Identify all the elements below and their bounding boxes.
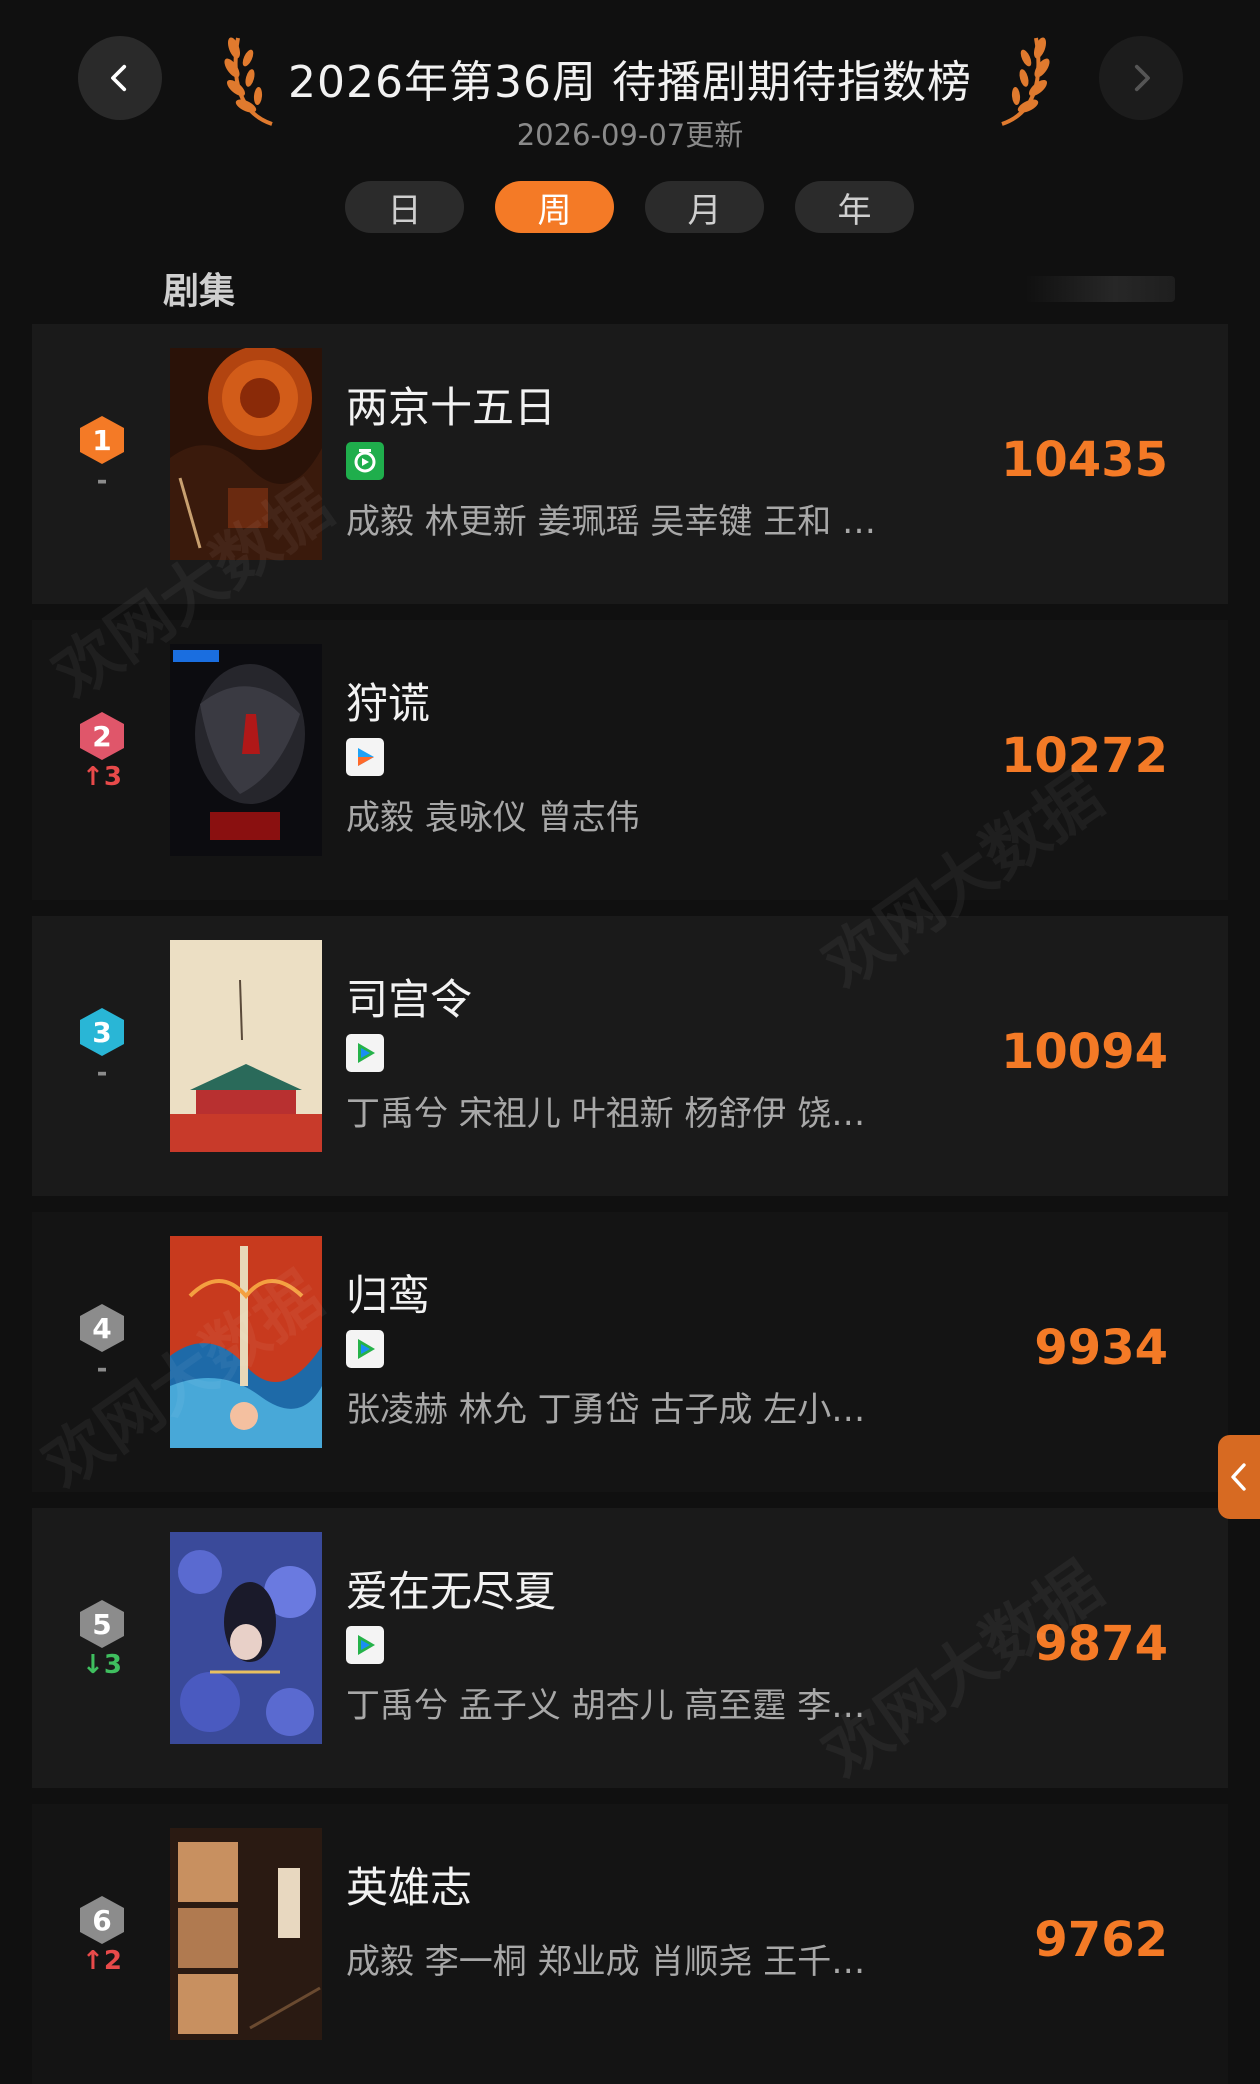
drama-title[interactable]: 两京十五日 [346,374,556,435]
rank-change: ↑2 [82,1946,122,1976]
tab-year[interactable]: 年 [795,181,914,233]
rank-badge: 5 [80,1600,124,1648]
list-item[interactable]: 6 ↑2 英雄志 成毅 李一桐 郑业成 肖顺尧 王千… 9762 [32,1804,1228,2084]
laurel-icon [1001,37,1050,126]
chevron-left-icon [111,64,127,92]
tab-month[interactable]: 月 [645,181,764,233]
expectation-score: 9762 [1034,1912,1168,1968]
list-item[interactable]: 1 - 两京十五日 成毅 林更新 姜珮瑶 吴幸键 王和 … 10435 [32,324,1228,604]
section-label: 剧集 [163,271,236,312]
drama-title[interactable]: 英雄志 [346,1854,472,1915]
tab-week[interactable]: 周 [495,181,614,233]
tencent-video-icon [346,1330,384,1368]
list-item[interactable]: 3 - 司宫令 丁禹兮 宋祖儿 叶祖新 杨舒伊 饶… 10094 [32,916,1228,1196]
period-tabs: 日 周 月 年 [345,181,914,233]
poster-image[interactable] [170,940,322,1152]
cast-list: 成毅 袁咏仪 曾志伟 [346,798,640,838]
rank-change: - [96,1354,108,1384]
rank-badge: 1 [80,416,124,464]
drama-title[interactable]: 归鸾 [346,1262,430,1323]
rank-change: ↑3 [82,762,122,792]
rank-badge: 6 [80,1896,124,1944]
poster-image[interactable] [170,1236,322,1448]
tencent-video-icon [346,1626,384,1664]
expectation-score: 10272 [1001,728,1168,784]
expectation-score: 10435 [1001,432,1168,488]
next-week-button[interactable] [1099,36,1183,120]
cast-list: 成毅 林更新 姜珮瑶 吴幸键 王和 … [346,502,877,542]
poster-image[interactable] [170,1828,322,2040]
cast-list: 张凌赫 林允 丁勇岱 古子成 左小… [346,1390,866,1430]
tencent-video-icon [346,1034,384,1072]
prev-week-button[interactable] [78,36,162,120]
tab-day[interactable]: 日 [345,181,464,233]
cast-list: 丁禹兮 孟子义 胡杏儿 高至霆 李… [346,1686,866,1726]
poster-image[interactable] [170,644,322,856]
rank-change: - [96,466,108,496]
update-date: 2026-09-07更新 [516,118,744,152]
list-item[interactable]: 4 - 归鸾 张凌赫 林允 丁勇岱 古子成 左小… 9934 [32,1212,1228,1492]
list-item[interactable]: 2 ↑3 狩谎 成毅 袁咏仪 曾志伟 10272 [32,620,1228,900]
cast-list: 丁禹兮 宋祖儿 叶祖新 杨舒伊 饶… [346,1094,866,1134]
rank-change: - [96,1058,108,1088]
cast-list: 成毅 李一桐 郑业成 肖顺尧 王千… [346,1942,866,1982]
rank-badge: 3 [80,1008,124,1056]
drama-title[interactable]: 爱在无尽夏 [346,1558,556,1619]
blurred-header-text [1025,276,1175,302]
chevron-left-icon [1231,1463,1246,1491]
side-drawer-handle[interactable] [1218,1435,1260,1519]
page-title: 2026年第36周 待播剧期待指数榜 [288,57,972,108]
youku-icon [346,738,384,776]
expectation-score: 9934 [1034,1320,1168,1376]
header: 2026年第36周 待播剧期待指数榜 2026-09-07更新 日 周 月 年 [0,0,1260,250]
expectation-score: 9874 [1034,1616,1168,1672]
expectation-score: 10094 [1001,1024,1168,1080]
list-item[interactable]: 5 ↓3 爱在无尽夏 丁禹兮 孟子义 胡杏儿 高至霆 李… 9874 [32,1508,1228,1788]
chevron-right-icon [1134,64,1150,92]
iqiyi-icon [346,442,384,480]
rank-change: ↓3 [82,1650,122,1680]
poster-image[interactable] [170,348,322,560]
rank-badge: 4 [80,1304,124,1352]
rank-badge: 2 [80,712,124,760]
drama-title[interactable]: 狩谎 [346,670,430,731]
drama-title[interactable]: 司宫令 [346,966,472,1027]
poster-image[interactable] [170,1532,322,1744]
